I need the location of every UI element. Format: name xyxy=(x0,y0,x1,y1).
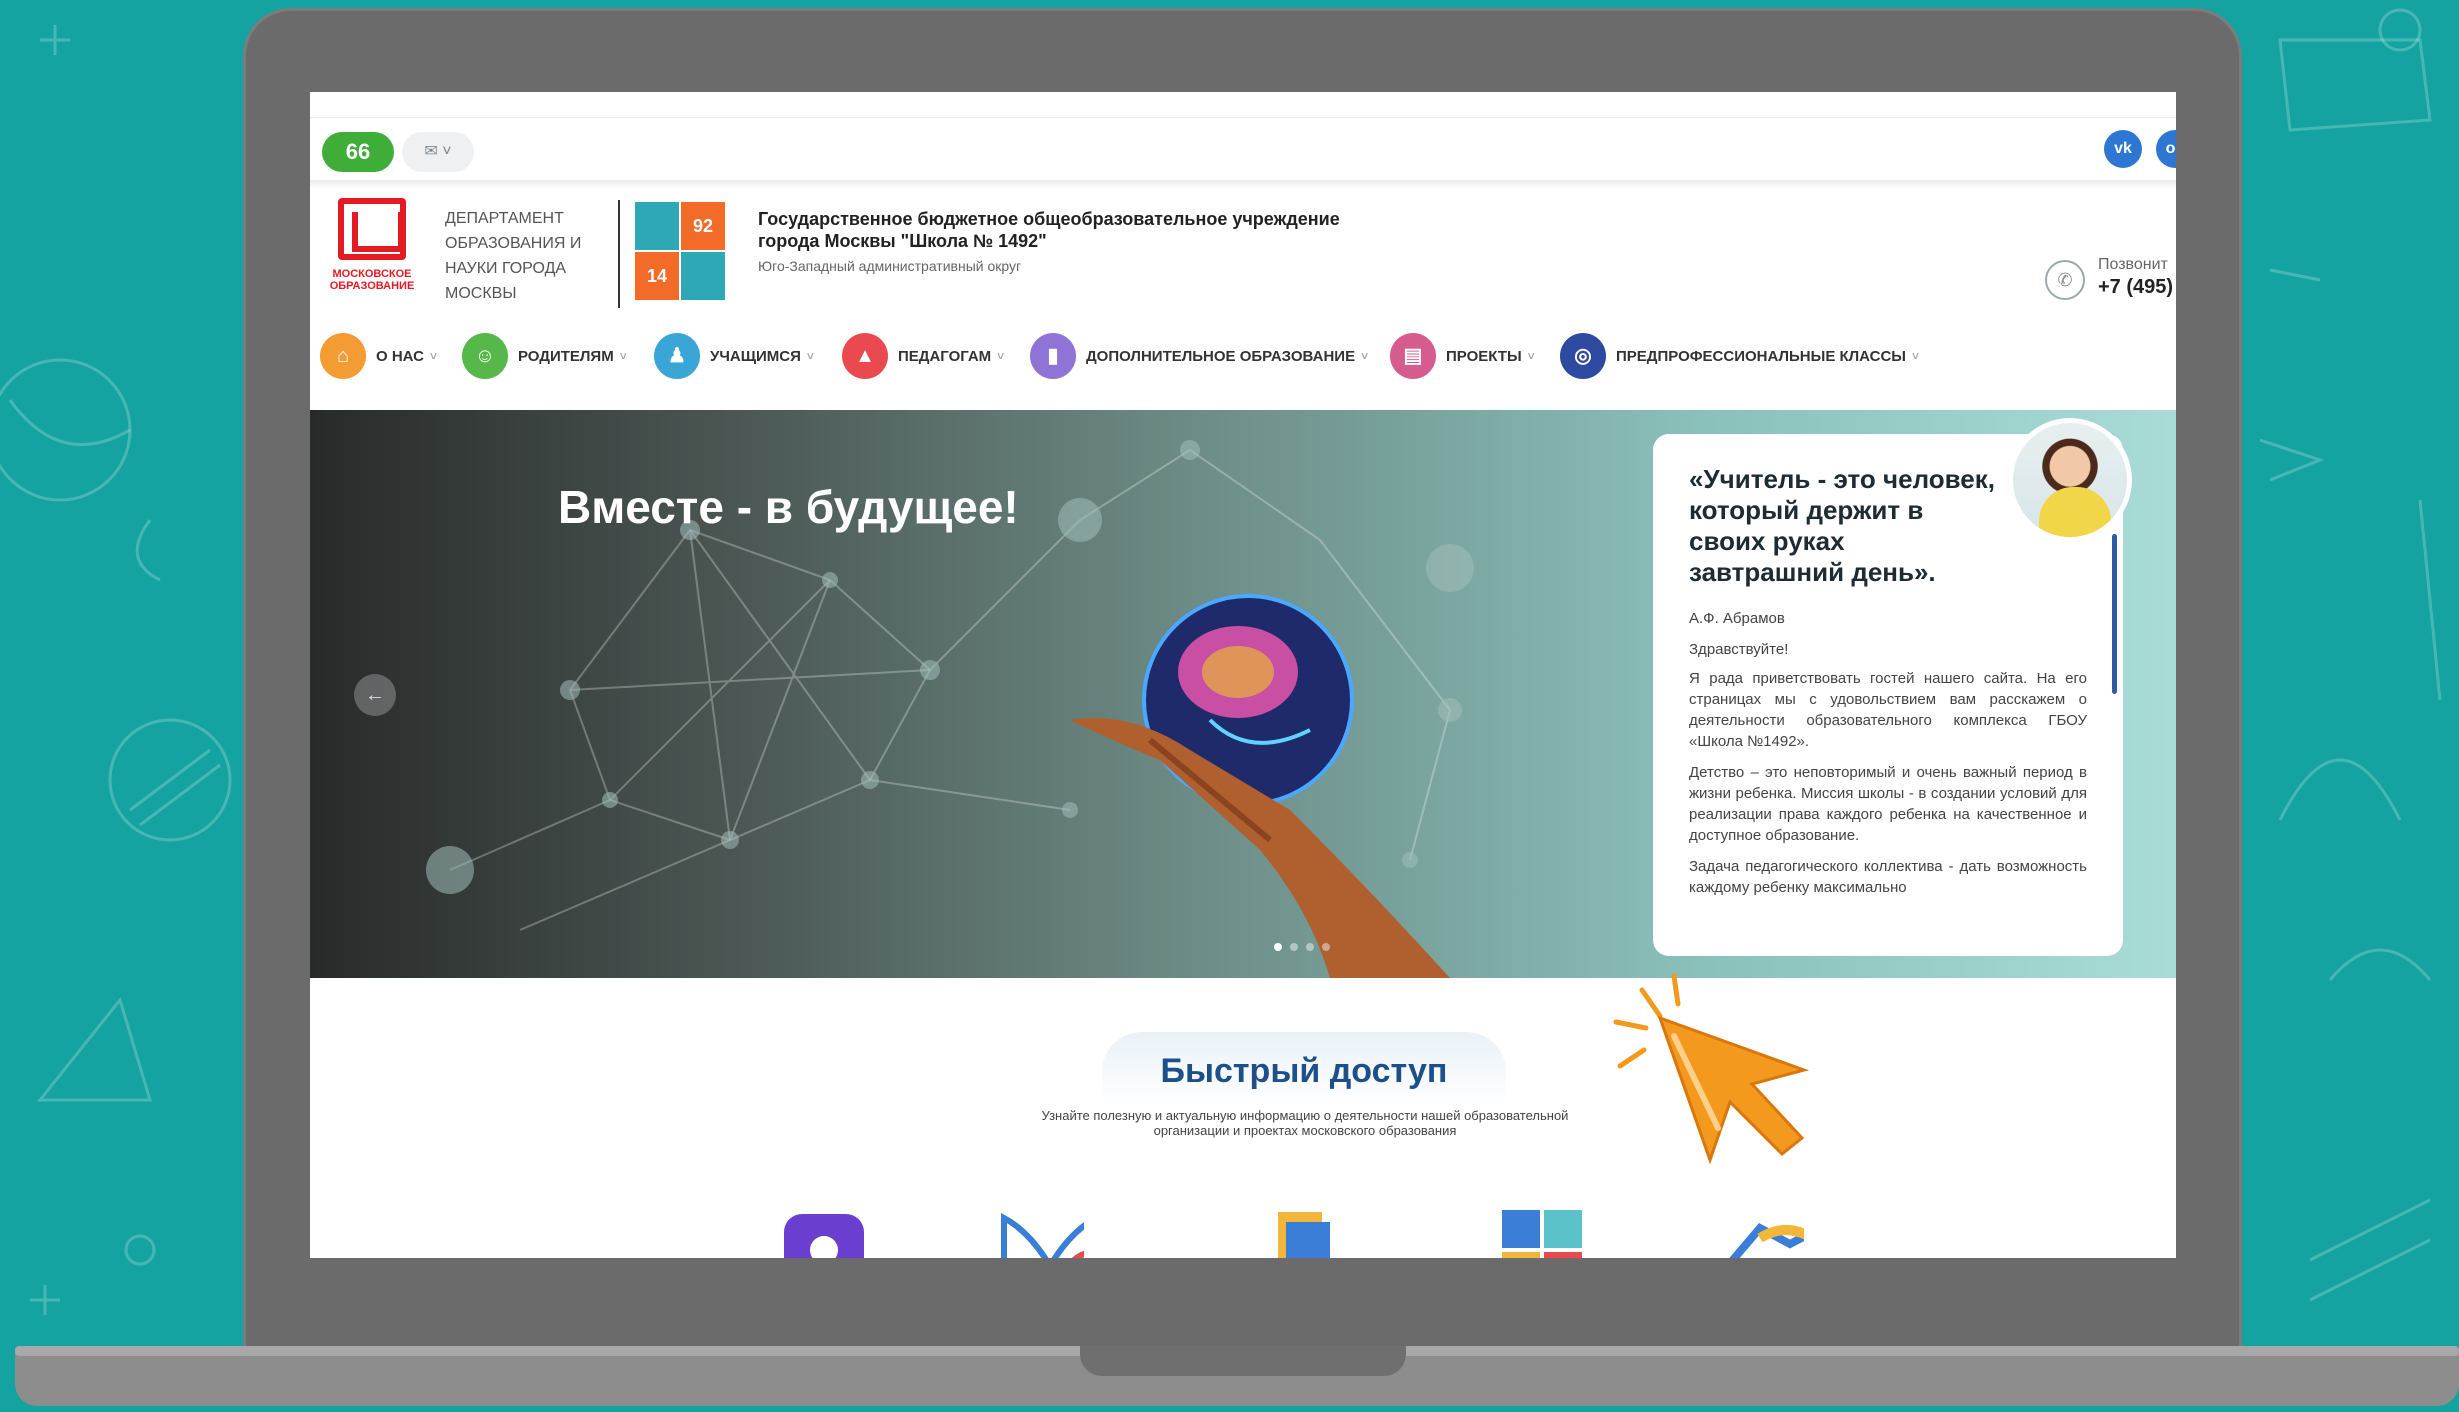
slider-dot[interactable] xyxy=(1322,943,1330,951)
slider-dots xyxy=(1274,943,1330,951)
quick-access-title: Быстрый доступ xyxy=(1160,1052,1448,1090)
nav-item-extra-education[interactable]: ▮ ДОПОЛНИТЕЛЬНОЕ ОБРАЗОВАНИЕ ˅ xyxy=(1030,332,1368,380)
header-divider xyxy=(618,200,620,308)
department-name: Департамент образования и науки города М… xyxy=(445,210,582,302)
greeting-paragraph: Детство – это неповторимый и очень важны… xyxy=(1689,764,2087,844)
quick-access-subtitle: Узнайте полезную и актуальную информацию… xyxy=(1041,1108,1569,1138)
greeting-text: Здравствуйте! xyxy=(1689,641,1789,658)
mouse-pointer-icon xyxy=(1613,973,1809,1165)
moscow-logo-text: МОСКОВСКОЕ ОБРАЗОВАНИЕ xyxy=(329,268,415,292)
school-name-line-2: города Москвы "Школа № 1492" xyxy=(758,231,1047,251)
phone-number[interactable]: +7 (495) xyxy=(2098,276,2173,299)
browser-screen: 66 ✉ ˅ vk ok МОСКОВСКОЕ ОБРАЗОВАНИЕ Депа… xyxy=(310,92,2176,1258)
site-header: МОСКОВСКОЕ ОБРАЗОВАНИЕ Департамент образ… xyxy=(310,188,2176,316)
contacts-icon[interactable] xyxy=(1498,1208,1582,1258)
hero-title: Вместе - в будущее! xyxy=(558,481,1019,533)
school-full-name: Государственное бюджетное общеобразовате… xyxy=(758,208,1340,252)
nav-item-teachers[interactable]: ▲ ПЕДАГОГАМ ˅ xyxy=(842,332,1004,380)
chart-icon: ▤ xyxy=(1390,333,1436,379)
handshake-icon[interactable] xyxy=(1720,1208,1804,1258)
accessibility-glasses-button[interactable]: 66 xyxy=(322,132,394,172)
family-icon: ☺ xyxy=(462,333,508,379)
director-avatar xyxy=(2008,418,2132,542)
chevron-down-icon: ˅ xyxy=(806,349,814,363)
school-1492-logo[interactable]: 92 14 xyxy=(635,202,727,302)
site-toolbar xyxy=(310,120,2176,180)
slider-dot[interactable] xyxy=(1274,943,1282,951)
logo-square-teal xyxy=(635,202,679,250)
user-lock-icon[interactable] xyxy=(782,1208,866,1258)
nav-label: ДОПОЛНИТЕЛЬНОЕ ОБРАЗОВАНИЕ xyxy=(1086,347,1356,365)
nav-label: РОДИТЕЛЯМ xyxy=(518,347,614,365)
nav-label: УЧАЩИМСЯ xyxy=(710,347,801,365)
nav-label: ПЕДАГОГАМ xyxy=(898,347,992,365)
greeting-paragraph: Задача педагогического коллектива - дать… xyxy=(1689,858,2087,896)
globe-icon: ◎ xyxy=(1560,333,1606,379)
toolbar-shadow xyxy=(310,180,2176,188)
book-icon: ▮ xyxy=(1030,333,1076,379)
students-icon: ♟ xyxy=(654,333,700,379)
nav-label: О НАС xyxy=(376,347,424,365)
nav-item-parents[interactable]: ☺ РОДИТЕЛЯМ ˅ xyxy=(462,332,627,380)
slider-prev-button[interactable]: ← xyxy=(354,674,396,716)
chevron-down-icon: ˅ xyxy=(1361,349,1369,363)
chevron-down-icon: ˅ xyxy=(1527,349,1535,363)
chevron-down-icon: ˅ xyxy=(429,349,437,363)
phone-label: Позвонит xyxy=(2098,256,2168,273)
wifi-book-icon[interactable] xyxy=(1000,1208,1084,1258)
hero-slider: Вместе - в будущее! ← «Учитель - это чел… xyxy=(310,410,2176,978)
chevron-down-icon: ˅ xyxy=(1912,349,1920,363)
laptop-notch xyxy=(1080,1346,1406,1376)
language-selector[interactable]: ✉ ˅ xyxy=(402,132,474,172)
card-scrollbar[interactable] xyxy=(2112,534,2117,694)
home-icon: ⌂ xyxy=(320,333,366,379)
moscow-m-icon xyxy=(338,198,406,260)
vk-icon[interactable]: vk xyxy=(2104,130,2142,168)
nav-item-preprofessional-classes[interactable]: ◎ ПРЕДПРОФЕССИОНАЛЬНЫЕ КЛАССЫ ˅ xyxy=(1560,332,1919,380)
chevron-down-icon: ˅ xyxy=(997,349,1005,363)
slider-dot[interactable] xyxy=(1290,943,1298,951)
director-quote: «Учитель - это человек, который держит в… xyxy=(1689,464,1995,587)
logo-square-92: 92 xyxy=(681,202,725,250)
quote-author: А.Ф. Абрамов xyxy=(1689,610,1785,627)
chevron-down-icon: ˅ xyxy=(619,349,627,363)
logo-square-teal-2 xyxy=(681,252,725,300)
documents-icon[interactable] xyxy=(1270,1208,1354,1258)
school-district: Юго-Западный административный округ xyxy=(758,258,1022,274)
school-name-line-1: Государственное бюджетное общеобразовате… xyxy=(758,209,1340,229)
quick-access-section: Быстрый доступ Узнайте полезную и актуал… xyxy=(310,978,2176,1258)
greeting-paragraph: Я рада приветствовать гостей нашего сайт… xyxy=(1689,670,2087,750)
logo-square-14: 14 xyxy=(635,252,679,300)
graduation-cap-icon: ▲ xyxy=(842,333,888,379)
nav-label: ПРОЕКТЫ xyxy=(1446,347,1522,365)
phone-icon[interactable]: ✆ xyxy=(2045,260,2085,300)
nav-item-students[interactable]: ♟ УЧАЩИМСЯ ˅ xyxy=(654,332,814,380)
slider-dot[interactable] xyxy=(1306,943,1314,951)
main-navigation: ⌂ О НАС ˅ ☺ РОДИТЕЛЯМ ˅ ♟ УЧАЩИМСЯ ˅ ▲ ПЕДА… xyxy=(310,328,2176,384)
nav-label: ПРЕДПРОФЕССИОНАЛЬНЫЕ КЛАССЫ xyxy=(1616,347,1906,365)
browser-top-strip xyxy=(310,92,2176,118)
moscow-education-logo[interactable]: МОСКОВСКОЕ ОБРАЗОВАНИЕ xyxy=(324,198,420,302)
nav-item-about[interactable]: ⌂ О НАС ˅ xyxy=(320,332,437,380)
nav-item-projects[interactable]: ▤ ПРОЕКТЫ ˅ xyxy=(1390,332,1535,380)
